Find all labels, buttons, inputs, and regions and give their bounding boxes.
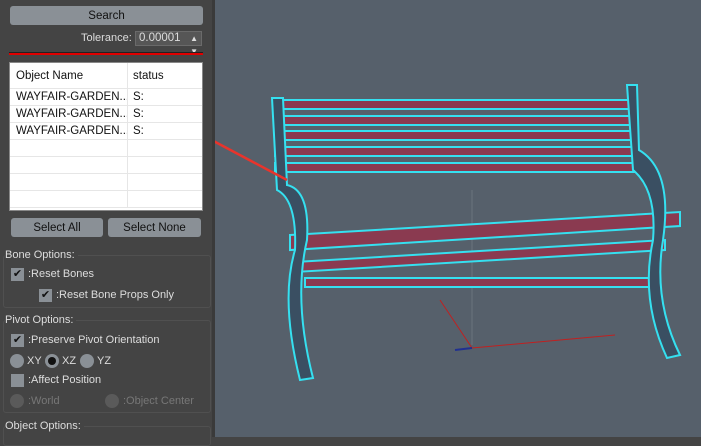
viewport[interactable] <box>168 0 701 437</box>
pivot-options-title: Pivot Options: <box>5 314 77 326</box>
empty-row <box>10 191 202 208</box>
search-button[interactable]: Search <box>10 6 203 25</box>
preserve-pivot-checkbox[interactable]: ✔ <box>11 334 24 347</box>
list-item[interactable]: WAYFAIR-GARDEN... S: <box>10 89 202 106</box>
object-options-title: Object Options: <box>5 420 84 432</box>
object-status: S: <box>133 91 144 103</box>
options-panel: Search Tolerance: 0.00001▲▼ Object Names… <box>0 0 215 446</box>
object-status: S: <box>133 125 144 137</box>
yz-label: YZ <box>97 355 112 367</box>
reset-bone-props-checkbox[interactable]: ✔ <box>39 289 52 302</box>
progress-bar <box>9 52 203 55</box>
bone-options-title: Bone Options: <box>5 249 78 261</box>
z-axis-gizmo <box>454 347 473 351</box>
preserve-pivot-label: :Preserve Pivot Orientation <box>28 334 160 346</box>
reset-bones-label: :Reset Bones <box>28 268 95 280</box>
tolerance-spinner[interactable]: 0.00001▲▼ <box>135 31 202 56</box>
column-status[interactable]: status <box>128 63 164 88</box>
empty-row <box>10 174 202 191</box>
radio-object-center <box>105 394 119 408</box>
list-item[interactable]: WAYFAIR-GARDEN... S: <box>10 123 202 140</box>
object-name: WAYFAIR-GARDEN... <box>10 123 128 139</box>
list-item[interactable]: WAYFAIR-GARDEN... S: <box>10 106 202 123</box>
list-header: Object Name status <box>10 63 202 89</box>
select-all-button[interactable]: Select All <box>11 218 103 237</box>
empty-row <box>10 157 202 174</box>
empty-row <box>10 140 202 157</box>
bench-slats <box>274 99 681 288</box>
radio-yz[interactable] <box>80 354 94 368</box>
bench-model[interactable] <box>168 0 701 437</box>
radio-xy[interactable] <box>10 354 24 368</box>
tolerance-value: 0.00001 <box>139 32 181 44</box>
x-axis-gizmo <box>471 334 616 349</box>
radio-world <box>10 394 24 408</box>
object-name: WAYFAIR-GARDEN... <box>10 89 128 105</box>
reset-bone-props-label: :Reset Bone Props Only <box>56 289 175 301</box>
object-name: WAYFAIR-GARDEN... <box>10 106 128 122</box>
xz-label: XZ <box>62 355 77 367</box>
affect-position-label: :Affect Position <box>28 374 102 386</box>
tolerance-label: Tolerance: <box>81 32 132 44</box>
world-label: :World <box>28 395 60 407</box>
reset-bones-checkbox[interactable]: ✔ <box>11 268 24 281</box>
object-status: S: <box>133 108 144 120</box>
xy-label: XY <box>27 355 42 367</box>
object-center-label: :Object Center <box>123 395 194 407</box>
radio-xz[interactable] <box>45 354 59 368</box>
column-object-name[interactable]: Object Name <box>10 63 128 88</box>
select-none-button[interactable]: Select None <box>108 218 201 237</box>
object-list[interactable]: Object Name status WAYFAIR-GARDEN... S: WA… <box>9 62 203 211</box>
affect-position-checkbox[interactable] <box>11 374 24 387</box>
y-axis-gizmo <box>439 299 473 349</box>
